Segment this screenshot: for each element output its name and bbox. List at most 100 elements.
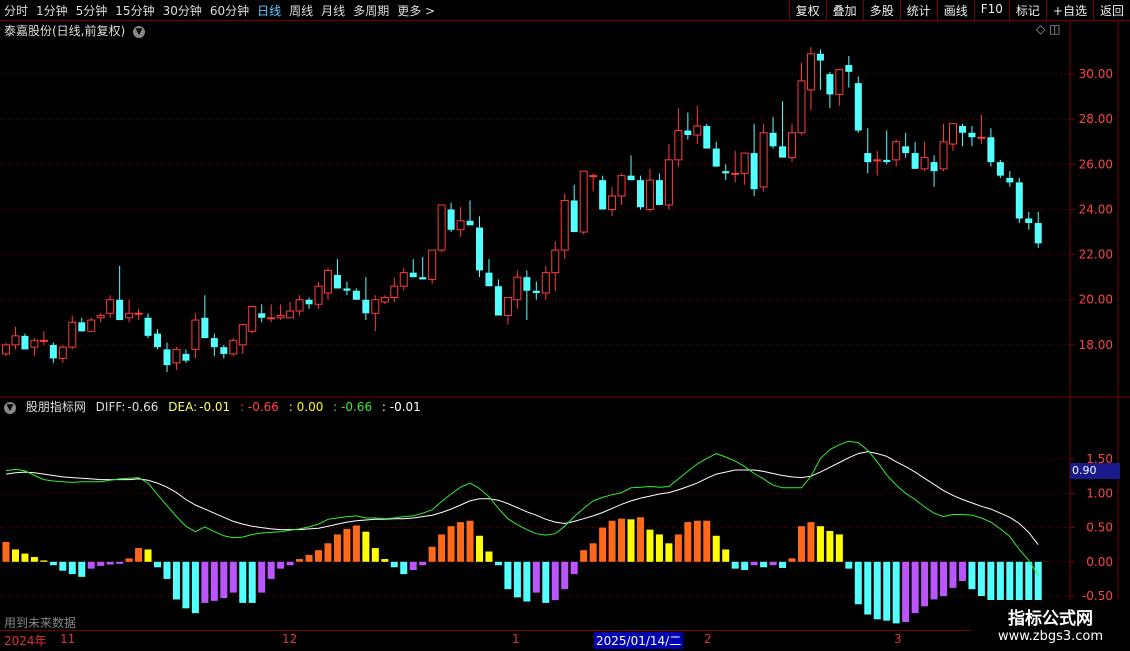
macd-bar: [731, 561, 739, 569]
candle-body: [476, 227, 483, 271]
macd-bar: [542, 561, 550, 603]
macd-bar: [154, 561, 162, 568]
macd-bar: [286, 561, 294, 566]
candle-body: [779, 146, 787, 158]
macd-bar: [315, 550, 323, 562]
candle-body: [371, 299, 380, 314]
candle-body: [68, 321, 77, 348]
macd-bar: [457, 522, 465, 562]
price-tick-label: 30.00: [1079, 67, 1113, 81]
candle-body: [579, 170, 588, 233]
candle-body: [286, 310, 295, 319]
macd-bar: [902, 561, 910, 623]
candle-body: [826, 74, 834, 95]
candle-body: [447, 209, 455, 230]
candle-body: [693, 125, 702, 136]
candle-body: [503, 296, 512, 317]
candle-body: [684, 130, 692, 136]
macd-bar: [760, 561, 768, 568]
value-1: : -0.66: [240, 400, 279, 414]
macd-bar: [504, 561, 512, 590]
macd-bar: [864, 561, 872, 615]
macd-bar: [125, 558, 133, 562]
candle-body: [664, 159, 673, 206]
macd-bar: [523, 561, 531, 602]
candle-body: [532, 290, 540, 293]
dea-label: DEA:: [168, 400, 198, 414]
candle-body: [210, 338, 218, 348]
macd-bar: [476, 535, 483, 562]
candle-body: [892, 141, 901, 161]
candle-body: [485, 272, 493, 287]
crosshair-date: 2025/01/14/二: [594, 632, 684, 649]
candle-body: [987, 137, 995, 163]
candle-body: [305, 299, 313, 305]
candle-body: [712, 148, 720, 167]
macd-bar: [674, 534, 682, 562]
candle-body: [96, 315, 105, 319]
candle-body: [116, 299, 124, 321]
candle-body: [636, 180, 644, 208]
candle-body: [258, 313, 266, 318]
site-watermark: 指标公式网 www.zbgs3.com: [971, 600, 1130, 648]
candle-body: [1025, 218, 1033, 224]
candle-body: [352, 290, 360, 300]
macd-bar: [267, 561, 275, 579]
macd-bar: [97, 561, 105, 566]
date-label-dec: 12: [282, 632, 298, 646]
macd-bar: [618, 518, 626, 562]
macd-bar: [532, 561, 540, 593]
candle-body: [362, 299, 370, 314]
macd-bar: [580, 550, 588, 562]
candle-body: [21, 335, 29, 350]
candle-body: [182, 353, 190, 361]
macd-bar: [930, 561, 938, 600]
candle-body: [87, 319, 96, 332]
macd-bar: [419, 561, 427, 566]
candle-body: [78, 322, 86, 332]
macd-bar: [87, 561, 95, 569]
candle-body: [523, 277, 531, 291]
macd-bar: [2, 541, 10, 562]
macd-bar: [949, 561, 957, 588]
date-label-nov: 11: [60, 632, 76, 646]
value-3: : -0.66: [333, 400, 373, 414]
macd-tick-label: 0.50: [1086, 521, 1113, 535]
candle-body: [333, 274, 341, 289]
candle-body: [627, 175, 635, 181]
candle-body: [295, 299, 304, 312]
candle-body: [977, 136, 986, 139]
macd-bar: [494, 561, 502, 566]
macd-bar: [201, 561, 209, 603]
price-tick-label: 22.00: [1079, 248, 1113, 262]
price-tick-label: 28.00: [1079, 112, 1113, 126]
candle-body: [390, 285, 399, 298]
candle-body: [267, 317, 276, 320]
candle-body: [722, 171, 730, 174]
macd-bar: [68, 561, 76, 575]
macd-bar: [741, 561, 749, 571]
chart-canvas: 18.0020.0022.0024.0026.0028.0030.00-0.50…: [0, 20, 1130, 648]
macd-bar: [646, 529, 654, 562]
candle-body: [380, 296, 389, 303]
macd-bar: [296, 559, 304, 562]
candle-body: [343, 288, 351, 291]
candle-body: [428, 249, 437, 280]
date-label-jan: 1: [512, 632, 520, 646]
watermark-title: 指标公式网: [1008, 609, 1093, 629]
candle-body: [920, 157, 929, 170]
price-tick-label: 18.00: [1079, 338, 1113, 352]
candle-body: [229, 339, 238, 355]
macd-bar: [958, 561, 966, 581]
candle-body: [864, 153, 872, 163]
candle-body: [731, 172, 740, 175]
macd-bar: [816, 526, 824, 562]
chevron-down-icon[interactable]: ▼: [4, 401, 16, 414]
macd-bar: [40, 560, 48, 562]
candle-body: [134, 312, 143, 315]
candle-body: [409, 272, 417, 278]
macd-tick-label: 0.00: [1086, 555, 1113, 569]
price-tick-label: 26.00: [1079, 157, 1113, 171]
macd-bar: [229, 561, 237, 593]
macd-bar: [636, 517, 644, 562]
